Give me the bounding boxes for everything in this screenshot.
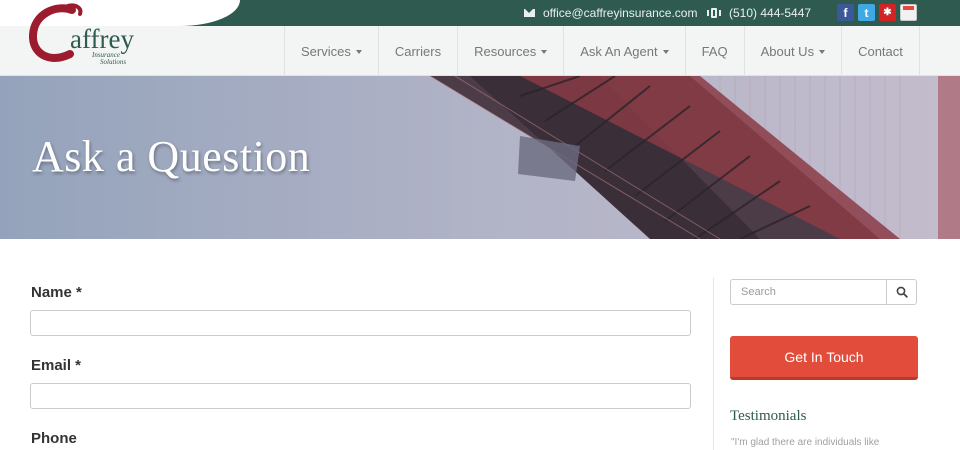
- contact-phone-link[interactable]: (510) 444-5447: [707, 5, 811, 21]
- page-title: Ask a Question: [32, 132, 311, 181]
- logo-tagline-solutions: Solutions: [100, 58, 126, 66]
- sidebar-divider: [713, 278, 714, 450]
- yelp-icon[interactable]: ✱: [879, 4, 896, 21]
- name-label: Name *: [31, 284, 82, 301]
- testimonial-snippet: "I'm glad there are individuals like: [731, 437, 880, 448]
- caret-down-icon: [355, 49, 362, 54]
- nav-item-ask-an-agent[interactable]: Ask An Agent: [563, 26, 684, 76]
- nav-label: Services: [301, 43, 351, 59]
- contact-email-link[interactable]: office@caffreyinsurance.com: [524, 5, 697, 21]
- caret-down-icon: [819, 49, 826, 54]
- mail-social-icon[interactable]: [900, 4, 917, 21]
- testimonials-heading: Testimonials: [730, 408, 807, 424]
- name-field[interactable]: [30, 310, 691, 336]
- nav-label: Resources: [474, 43, 537, 59]
- search-button[interactable]: [886, 280, 916, 304]
- nav-item-resources[interactable]: Resources: [457, 26, 563, 76]
- nav-label: Ask An Agent: [580, 43, 658, 59]
- facebook-icon[interactable]: f: [837, 4, 854, 21]
- nav-item-about-us[interactable]: About Us: [743, 26, 841, 76]
- caffrey-logo[interactable]: affrey Insurance Solutions: [28, 2, 158, 72]
- caret-down-icon: [662, 49, 669, 54]
- phone-label: Phone: [31, 430, 77, 447]
- email-field[interactable]: [30, 383, 691, 409]
- search-icon: [896, 286, 908, 298]
- contact-phone-text: (510) 444-5447: [729, 6, 812, 20]
- nav-label: About Us: [760, 43, 815, 59]
- nav-item-faq[interactable]: FAQ: [684, 26, 744, 76]
- nav-item-contact[interactable]: Contact: [841, 26, 920, 76]
- nav-item-services[interactable]: Services: [284, 26, 378, 76]
- envelope-icon: [524, 9, 535, 17]
- nav-label: Contact: [858, 43, 903, 59]
- phone-icon: [707, 8, 721, 18]
- nav-item-carriers[interactable]: Carriers: [377, 26, 457, 76]
- contact-email-text: office@caffreyinsurance.com: [543, 6, 698, 20]
- email-label: Email *: [31, 357, 82, 374]
- hero-banner: Ask a Question: [0, 76, 960, 239]
- nav-label: FAQ: [701, 43, 728, 59]
- search-input[interactable]: [731, 280, 886, 304]
- search-box: [730, 279, 917, 305]
- twitter-icon[interactable]: t: [858, 4, 875, 21]
- logo-wordmark: affrey: [70, 24, 134, 54]
- caret-down-icon: [541, 49, 548, 54]
- get-in-touch-button[interactable]: Get In Touch: [730, 336, 918, 380]
- main-nav: Services Carriers Resources Ask An Agent…: [284, 26, 920, 76]
- nav-label: Carriers: [394, 43, 442, 59]
